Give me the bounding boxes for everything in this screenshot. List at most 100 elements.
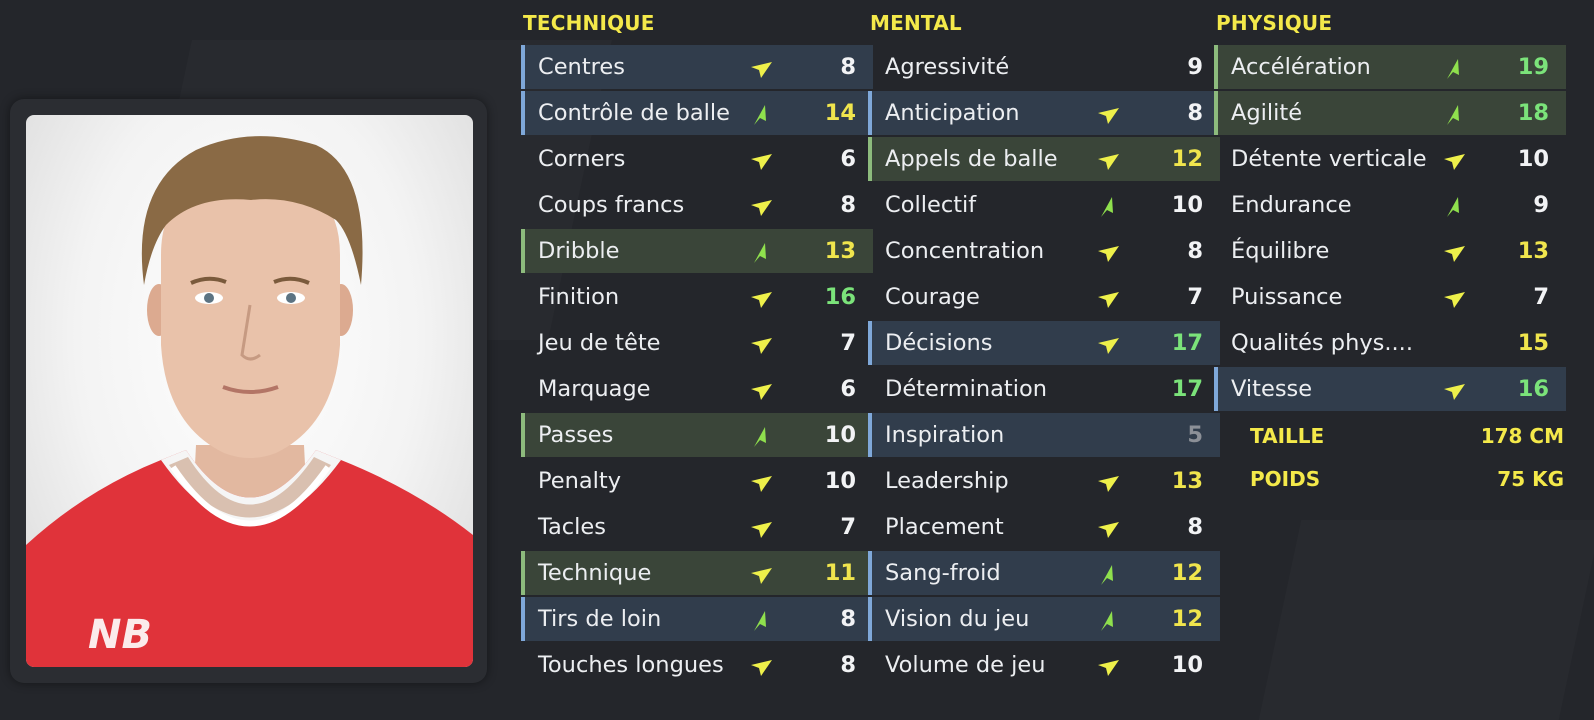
attribute-name: Dribble [538, 238, 620, 264]
attribute-name: Équilibre [1231, 238, 1330, 264]
attribute-row[interactable]: Placement 8 [868, 505, 1220, 549]
attribute-row[interactable]: Jeu de tête 7 [521, 321, 873, 365]
trend-right-arrow-icon [1098, 476, 1119, 492]
attribute-name: Appels de balle [885, 146, 1058, 172]
attribute-name: Centres [538, 54, 625, 80]
attribute-name: Jeu de tête [538, 330, 661, 356]
attribute-value: 8 [840, 54, 856, 80]
attribute-value: 16 [824, 284, 856, 310]
attribute-row[interactable]: Sang-froid 12 [868, 551, 1220, 595]
attribute-value: 17 [1171, 376, 1203, 402]
attribute-row[interactable]: Endurance 9 [1214, 183, 1566, 227]
trend-up-arrow-icon [1447, 105, 1459, 125]
attribute-name: Tirs de loin [538, 606, 662, 632]
attribute-name: Technique [538, 560, 652, 586]
attribute-value: 19 [1517, 54, 1549, 80]
attribute-name: Leadership [885, 468, 1009, 494]
attribute-row[interactable]: Volume de jeu 10 [868, 643, 1220, 687]
attribute-name: Volume de jeu [885, 652, 1046, 678]
attribute-value: 7 [1187, 284, 1203, 310]
trend-right-arrow-icon [1098, 292, 1119, 308]
trend-right-arrow-icon [751, 292, 772, 308]
trend-up-arrow-icon [1101, 565, 1113, 585]
attribute-row[interactable]: Touches longues 8 [521, 643, 873, 687]
attribute-row[interactable]: Concentration 8 [868, 229, 1220, 273]
attribute-row[interactable]: Corners 6 [521, 137, 873, 181]
trend-up-arrow-icon [754, 611, 766, 631]
attribute-value: 6 [840, 376, 856, 402]
attribute-value: 7 [840, 330, 856, 356]
attribute-row[interactable]: Agressivité 9 [868, 45, 1220, 89]
attribute-value: 12 [1171, 560, 1203, 586]
attribute-name: Accélération [1231, 54, 1371, 80]
attribute-name: Inspiration [885, 422, 1005, 448]
attribute-row[interactable]: Détermination 17 [868, 367, 1220, 411]
attribute-row[interactable]: Anticipation 8 [868, 91, 1220, 135]
attribute-name: Détente verticale [1231, 146, 1427, 172]
trend-right-arrow-icon [751, 338, 772, 354]
attribute-value: 9 [1533, 192, 1549, 218]
attribute-value: 16 [1517, 376, 1549, 402]
attribute-column-technique: TECHNIQUE Centres 8 Contrôle de balle 14 Corn… [521, 8, 873, 689]
attribute-row[interactable]: Leadership 13 [868, 459, 1220, 503]
attribute-name: Anticipation [885, 100, 1020, 126]
attribute-row[interactable]: Tacles 7 [521, 505, 873, 549]
attribute-row[interactable]: Penalty 10 [521, 459, 873, 503]
attribute-row[interactable]: Finition 16 [521, 275, 873, 319]
attribute-row[interactable]: Décisions 17 [868, 321, 1220, 365]
trend-right-arrow-icon [751, 200, 772, 216]
attribute-row[interactable]: Équilibre 13 [1214, 229, 1566, 273]
attribute-row[interactable]: Qualités phys.... 15 [1214, 321, 1566, 365]
trend-right-arrow-icon [1098, 154, 1119, 170]
attribute-value: 12 [1171, 146, 1203, 172]
attribute-row[interactable]: Appels de balle 12 [868, 137, 1220, 181]
attribute-row[interactable]: Détente verticale 10 [1214, 137, 1566, 181]
height-value: 178 CM [1480, 424, 1564, 448]
attribute-value: 7 [1533, 284, 1549, 310]
trend-right-arrow-icon [751, 568, 772, 584]
trend-up-arrow-icon [1447, 59, 1459, 79]
weight-value: 75 KG [1497, 467, 1564, 491]
attribute-row[interactable]: Marquage 6 [521, 367, 873, 411]
attribute-name: Endurance [1231, 192, 1352, 218]
attribute-row[interactable]: Vision du jeu 12 [868, 597, 1220, 641]
attribute-name: Penalty [538, 468, 622, 494]
player-portrait-image: NB [26, 136, 473, 667]
attribute-row[interactable]: Collectif 10 [868, 183, 1220, 227]
trend-up-arrow-icon [754, 105, 766, 125]
trend-up-arrow-icon [1447, 197, 1459, 217]
attribute-value: 9 [1187, 54, 1203, 80]
trend-right-arrow-icon [1098, 338, 1119, 354]
attribute-row[interactable]: Dribble 13 [521, 229, 873, 273]
attribute-value: 8 [1187, 238, 1203, 264]
trend-right-arrow-icon [751, 660, 772, 676]
weight-row: POIDS 75 KG [1234, 457, 1564, 501]
attribute-value: 8 [840, 606, 856, 632]
attribute-row[interactable]: Contrôle de balle 14 [521, 91, 873, 135]
attribute-row[interactable]: Tirs de loin 8 [521, 597, 873, 641]
attribute-row[interactable]: Puissance 7 [1214, 275, 1566, 319]
attribute-name: Vitesse [1231, 376, 1313, 402]
trend-right-arrow-icon [1098, 108, 1119, 124]
attribute-row[interactable]: Passes 10 [521, 413, 873, 457]
attribute-name: Vision du jeu [885, 606, 1030, 632]
attribute-row[interactable]: Technique 11 [521, 551, 873, 595]
attribute-value: 10 [824, 468, 856, 494]
attribute-value: 10 [1171, 652, 1203, 678]
attribute-row[interactable]: Agilité 18 [1214, 91, 1566, 135]
attribute-value: 7 [840, 514, 856, 540]
height-row: TAILLE 178 CM [1234, 414, 1564, 458]
attribute-row[interactable]: Coups francs 8 [521, 183, 873, 227]
attribute-row[interactable]: Courage 7 [868, 275, 1220, 319]
attribute-name: Courage [885, 284, 980, 310]
attribute-name: Coups francs [538, 192, 685, 218]
attribute-value: 11 [824, 560, 856, 586]
attribute-value: 8 [1187, 100, 1203, 126]
attribute-row[interactable]: Inspiration 5 [868, 413, 1220, 457]
attribute-row[interactable]: Centres 8 [521, 45, 873, 89]
attribute-row[interactable]: Vitesse 16 [1214, 367, 1566, 411]
attribute-name: Finition [538, 284, 620, 310]
attribute-row[interactable]: Accélération 19 [1214, 45, 1566, 89]
column-title-physique: PHYSIQUE [1216, 11, 1333, 35]
column-title-mental: MENTAL [870, 11, 962, 35]
